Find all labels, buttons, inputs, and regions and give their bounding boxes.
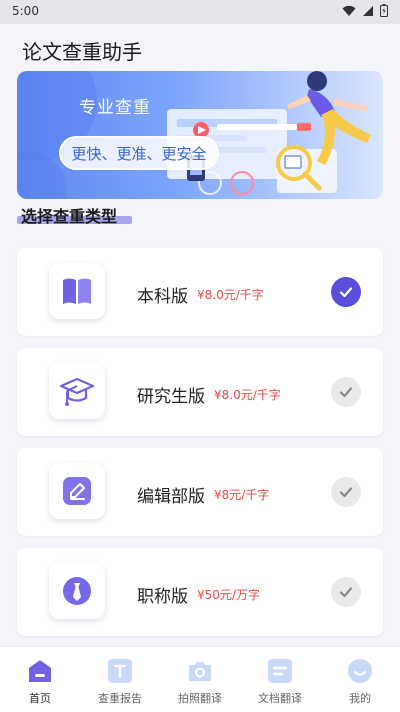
profile-icon	[348, 659, 372, 683]
section-title: 选择查重类型	[21, 207, 118, 226]
option-card-undergraduate[interactable]: 本科版 ¥8.0元/千字	[17, 248, 383, 336]
edit-icon	[49, 463, 105, 519]
tab-photo-translate[interactable]: 拍照翻译	[160, 647, 240, 712]
tab-label: 首页	[29, 692, 51, 705]
home-icon	[29, 660, 51, 682]
graduation-cap-icon	[49, 363, 105, 419]
unselected-check-icon[interactable]	[331, 377, 361, 407]
selected-check-icon[interactable]	[331, 277, 361, 307]
promo-banner[interactable]: 专业查重 更快、更准、更安全	[17, 71, 383, 199]
unselected-check-icon[interactable]	[331, 577, 361, 607]
option-name: 职称版	[137, 587, 188, 607]
option-price: ¥8元/千字	[214, 488, 270, 502]
option-price: ¥8.0元/千字	[214, 388, 281, 402]
camera-icon	[189, 662, 211, 681]
banner-slogan: 更快、更准、更安全	[59, 136, 219, 170]
report-icon	[108, 659, 132, 683]
tab-document-translate[interactable]: 文档翻译	[240, 647, 320, 712]
tab-label: 拍照翻译	[178, 692, 222, 705]
status-time: 5:00	[12, 4, 39, 18]
status-bar: 5:00	[0, 0, 400, 24]
tab-report[interactable]: 查重报告	[80, 647, 160, 712]
option-card-editorial[interactable]: 编辑部版 ¥8元/千字	[17, 448, 383, 536]
option-name: 研究生版	[137, 387, 205, 407]
bottom-tab-bar: 首页 查重报告 拍照翻译 文档翻译 我的	[0, 646, 400, 712]
signal-icon	[363, 5, 373, 16]
tab-home[interactable]: 首页	[0, 647, 80, 712]
status-icons	[342, 4, 388, 17]
tab-label: 查重报告	[98, 692, 142, 705]
banner-title: 专业查重	[79, 98, 151, 118]
tie-icon	[49, 563, 105, 619]
book-icon	[49, 263, 105, 319]
tab-profile[interactable]: 我的	[320, 647, 400, 712]
document-icon	[268, 659, 292, 683]
unselected-check-icon[interactable]	[331, 477, 361, 507]
option-price: ¥8.0元/千字	[197, 288, 264, 302]
option-name: 本科版	[137, 287, 188, 307]
page-title: 论文查重助手	[22, 40, 142, 64]
banner-illustration	[17, 71, 371, 199]
tab-label: 我的	[349, 692, 371, 705]
option-card-graduate[interactable]: 研究生版 ¥8.0元/千字	[17, 348, 383, 436]
tab-label: 文档翻译	[258, 692, 302, 705]
option-price: ¥50元/万字	[197, 588, 260, 602]
battery-icon	[380, 4, 388, 17]
option-card-professional-title[interactable]: 职称版 ¥50元/万字	[17, 548, 383, 636]
wifi-icon	[342, 5, 356, 16]
option-name: 编辑部版	[137, 487, 205, 507]
